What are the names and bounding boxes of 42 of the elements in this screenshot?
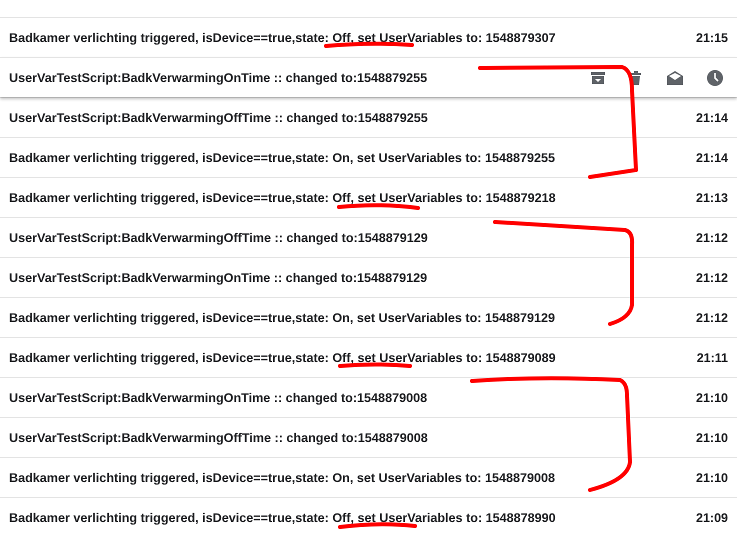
email-row[interactable]: UserVarTestScript:BadkVerwarmingOffTime :: changed to:1548879255 21:14 <box>0 97 737 137</box>
email-time: 21:15 <box>696 30 728 44</box>
trash-icon[interactable] <box>628 70 644 86</box>
email-row[interactable]: Badkamer verlichting triggered, isDevice==true,state: On, set UserVariables to: 1548879129 21:12 <box>0 297 737 337</box>
archive-icon[interactable] <box>590 70 606 86</box>
email-subject: Badkamer verlichting triggered, isDevice==true,state: On, set UserVariables to: 1548879008 <box>9 470 556 484</box>
email-subject: UserVarTestScript:BadkVerwarmingOnTime :: changed to:1548879129 <box>9 270 428 284</box>
email-time: 21:12 <box>696 270 728 284</box>
email-row[interactable]: Badkamer verlichting triggered, isDevice==true,state: Off, set UserVariables to: 1548878990 21:09 <box>0 497 737 537</box>
email-row[interactable]: Badkamer verlichting triggered, isDevice==true,state: Off, set UserVariables to: 1548879307 21:15 <box>0 17 737 57</box>
email-subject: Badkamer verlichting triggered, isDevice==true,state: Off, set UserVariables to: 1548879218 <box>9 190 557 204</box>
email-time: 21:11 <box>696 350 728 364</box>
email-subject: UserVarTestScript:BadkVerwarmingOffTime :: changed to:1548879129 <box>9 230 429 244</box>
email-row[interactable]: UserVarTestScript:BadkVerwarmingOnTime :: changed to:1548879129 21:12 <box>0 257 737 297</box>
email-subject: Badkamer verlichting triggered, isDevice==true,state: Off, set UserVariables to: 1548878990 <box>9 510 557 524</box>
email-subject: UserVarTestScript:BadkVerwarmingOffTime :: changed to:1548879008 <box>9 430 429 444</box>
email-time: 21:10 <box>696 470 728 484</box>
email-row[interactable]: UserVarTestScript:BadkVerwarmingOnTime :: changed to:1548879255 <box>0 57 737 97</box>
email-subject: UserVarTestScript:BadkVerwarmingOnTime :: changed to:1548879255 <box>9 70 428 84</box>
email-subject: UserVarTestScript:BadkVerwarmingOnTime :: changed to:1548879008 <box>9 390 428 404</box>
email-row[interactable]: Badkamer verlichting triggered, isDevice==true,state: On, set UserVariables to: 1548879008 21:10 <box>0 457 737 497</box>
email-time: 21:14 <box>696 150 728 164</box>
email-subject: Badkamer verlichting triggered, isDevice==true,state: On, set UserVariables to: 1548879255 <box>9 150 556 164</box>
email-row[interactable]: Badkamer verlichting triggered, isDevice==true,state: On, set UserVariables to: 1548879255 21:14 <box>0 137 737 177</box>
email-row[interactable]: UserVarTestScript:BadkVerwarmingOffTime :: changed to:1548879129 21:12 <box>0 217 737 257</box>
email-time: 21:14 <box>696 110 728 124</box>
email-time: 21:12 <box>696 310 728 324</box>
email-time: 21:13 <box>696 190 728 204</box>
email-subject: Badkamer verlichting triggered, isDevice==true,state: Off, set UserVariables to: 1548879089 <box>9 350 557 364</box>
email-time: 21:10 <box>696 430 728 444</box>
email-time: 21:10 <box>696 390 728 404</box>
email-row[interactable]: UserVarTestScript:BadkVerwarmingOffTime :: changed to:1548879008 21:10 <box>0 417 737 457</box>
email-row[interactable]: Badkamer verlichting triggered, isDevice==true,state: Off, set UserVariables to: 1548879089 21:11 <box>0 337 737 377</box>
email-row[interactable]: UserVarTestScript:BadkVerwarmingOnTime :: changed to:1548879008 21:10 <box>0 377 737 417</box>
email-subject: Badkamer verlichting triggered, isDevice==true,state: On, set UserVariables to: 1548879129 <box>9 310 556 324</box>
email-subject: UserVarTestScript:BadkVerwarmingOffTime :: changed to:1548879255 <box>9 110 429 124</box>
email-row[interactable]: Badkamer verlichting triggered, isDevice==true,state: Off, set UserVariables to: 1548879218 21:13 <box>0 177 737 217</box>
clock-icon[interactable] <box>706 68 724 86</box>
email-time: 21:12 <box>696 230 728 244</box>
open-envelope-icon[interactable] <box>666 70 684 86</box>
email-time: 21:09 <box>696 510 728 524</box>
email-subject: Badkamer verlichting triggered, isDevice==true,state: Off, set UserVariables to: 1548879307 <box>9 30 557 44</box>
